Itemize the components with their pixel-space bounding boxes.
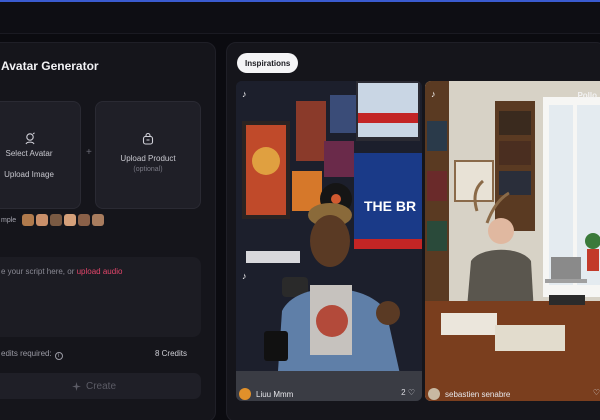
tiktok-icon: ♪ bbox=[242, 271, 247, 281]
like-count[interactable]: 2 ♡ bbox=[401, 388, 415, 397]
author-name[interactable]: sebastien senabre bbox=[445, 390, 510, 399]
tile-footer: sebastien senabre ♡ bbox=[428, 387, 600, 401]
example-avatar[interactable] bbox=[92, 214, 105, 226]
example-avatar[interactable] bbox=[36, 214, 49, 226]
credits-value: 8 Credits bbox=[154, 349, 187, 358]
example-avatar[interactable] bbox=[22, 214, 35, 226]
author-avatar[interactable] bbox=[239, 388, 251, 400]
script-placeholder-text: e your script here, or bbox=[1, 267, 77, 276]
inspirations-panel: Inspirations THE BR ♪ ♪ ♪ Pollo Liuu Mmm… bbox=[226, 42, 600, 420]
upload-image-label: Upload Image bbox=[4, 170, 54, 179]
podcast-studio-image: THE BR bbox=[236, 81, 422, 401]
credits-row: edits required: i 8 Credits bbox=[1, 349, 187, 361]
sparkle-icon bbox=[71, 381, 81, 391]
tv-text: THE BR bbox=[364, 198, 416, 214]
select-avatar-card[interactable]: Select Avatar Upload Image bbox=[0, 101, 81, 209]
office-scene-image bbox=[425, 81, 600, 401]
example-avatar[interactable] bbox=[78, 214, 91, 226]
inspiration-tile[interactable]: THE BR ♪ ♪ bbox=[236, 81, 422, 401]
pollo-watermark: Pollo bbox=[577, 91, 597, 100]
bag-icon bbox=[142, 132, 154, 145]
create-button[interactable]: Create bbox=[0, 373, 201, 399]
tiktok-icon: ♪ bbox=[242, 89, 247, 99]
heart-icon: ♡ bbox=[592, 388, 600, 397]
like-count-value: 2 bbox=[401, 388, 406, 397]
credits-required-text: edits required: bbox=[1, 349, 52, 358]
avatar-upload-icon bbox=[25, 132, 35, 145]
example-avatar[interactable] bbox=[64, 214, 77, 226]
inspiration-tile[interactable]: ♪ Pollo bbox=[425, 81, 600, 401]
tile-footer: Liuu Mmm 2 ♡ bbox=[239, 387, 419, 401]
author-name[interactable]: Liuu Mmm bbox=[256, 390, 293, 399]
optional-label: (optional) bbox=[133, 166, 163, 173]
example-avatar[interactable] bbox=[50, 214, 63, 226]
example-label: mple bbox=[1, 216, 17, 224]
avatar-generator-panel: Avatar Generator Select Avatar Upload Im… bbox=[0, 42, 216, 420]
tiktok-icon: ♪ bbox=[431, 89, 436, 99]
panel-title: Avatar Generator bbox=[1, 59, 99, 73]
script-input[interactable]: e your script here, or upload audio bbox=[0, 257, 201, 337]
upload-audio-link[interactable]: upload audio bbox=[77, 267, 123, 276]
inspirations-tab[interactable]: Inspirations bbox=[237, 53, 299, 73]
example-avatars-row: mple bbox=[1, 213, 105, 227]
heart-icon: ♡ bbox=[407, 388, 415, 397]
upload-product-label: Upload Product bbox=[120, 154, 176, 163]
like-count[interactable]: ♡ bbox=[593, 388, 600, 397]
plus-sign: + bbox=[86, 147, 92, 158]
credits-required-label: edits required: i bbox=[1, 349, 63, 360]
top-accent-line bbox=[0, 0, 600, 2]
top-bar bbox=[0, 0, 600, 34]
author-avatar[interactable] bbox=[428, 388, 440, 400]
info-icon[interactable]: i bbox=[54, 352, 63, 360]
create-label: Create bbox=[85, 380, 116, 392]
select-avatar-label: Select Avatar bbox=[5, 149, 53, 158]
upload-product-card[interactable]: Upload Product (optional) bbox=[95, 101, 201, 209]
script-placeholder: e your script here, or upload audio bbox=[1, 267, 122, 276]
